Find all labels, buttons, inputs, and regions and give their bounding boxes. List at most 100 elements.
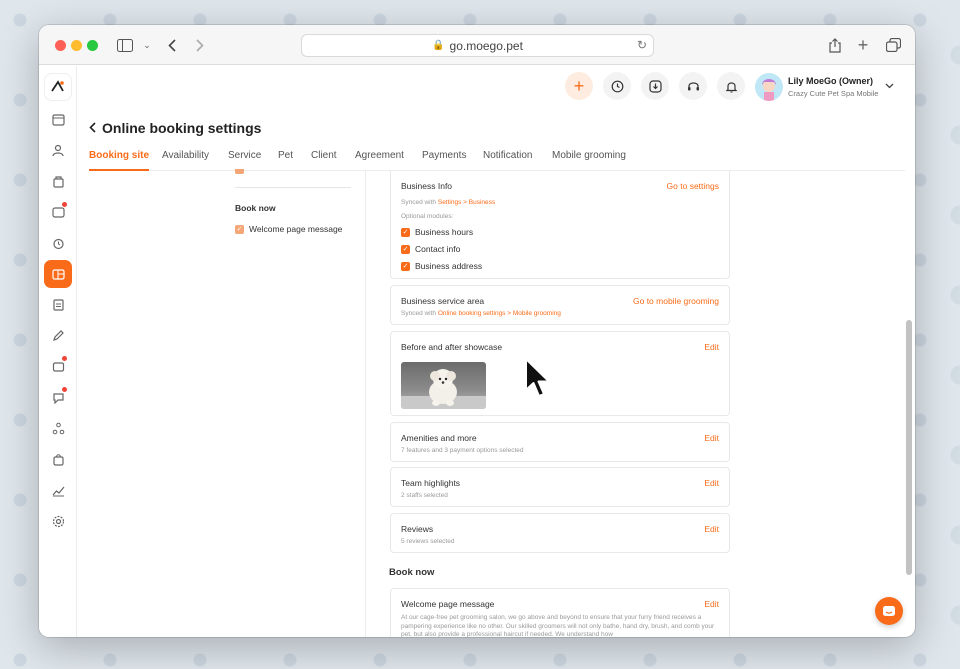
card-title: Amenities and more	[401, 433, 477, 443]
calendar-icon[interactable]	[45, 106, 71, 132]
tab-service[interactable]: Service	[228, 150, 261, 171]
browser-window: ⌄ 🔒 go.moego.pet ↻ + + Lily MoeGo (Owner…	[39, 25, 915, 637]
synced-path-link[interactable]: Settings > Business	[438, 199, 495, 206]
tab-payments[interactable]: Payments	[422, 150, 466, 171]
card-title: Before and after showcase	[401, 342, 503, 352]
address-bar[interactable]: 🔒 go.moego.pet ↻	[301, 34, 654, 57]
business-address-option[interactable]: ✓ Business address	[401, 261, 482, 271]
notification-dot	[62, 387, 67, 392]
chat-support-button[interactable]	[875, 597, 903, 625]
alarm-clock-icon[interactable]	[45, 230, 71, 256]
chat-bubble-icon	[883, 605, 895, 616]
bell-icon[interactable]	[717, 72, 745, 100]
tab-notification[interactable]: Notification	[483, 150, 532, 171]
option-label: Business address	[415, 261, 483, 271]
url-text: go.moego.pet	[449, 38, 523, 53]
notification-dot	[62, 356, 67, 361]
business-name[interactable]: Crazy Cute Pet Spa Mobile	[788, 89, 878, 98]
reviews-icon[interactable]	[45, 384, 71, 410]
synced-prefix: Synced with	[401, 199, 438, 206]
clients-icon[interactable]	[45, 137, 71, 163]
user-name[interactable]: Lily MoeGo (Owner)	[788, 76, 873, 86]
chevron-down-icon[interactable]: ⌄	[137, 35, 157, 55]
sidebar-toggle-icon[interactable]	[115, 35, 135, 55]
tab-booking-site[interactable]: Booking site	[89, 150, 150, 171]
synced-prefix: Synced with	[401, 310, 438, 317]
network-icon[interactable]	[45, 415, 71, 441]
card-reviews: Reviews Edit 5 reviews selected	[390, 513, 730, 553]
card-summary: 2 staffs selected	[401, 492, 448, 499]
edit-link[interactable]: Edit	[704, 433, 719, 443]
reload-icon[interactable]: ↻	[637, 38, 647, 52]
go-to-mobile-grooming-link[interactable]: Go to mobile grooming	[633, 296, 719, 306]
synced-text: Synced with Settings > Business	[401, 199, 495, 206]
back-chevron-icon[interactable]	[89, 121, 96, 136]
edit-link[interactable]: Edit	[704, 478, 719, 488]
card-title: Team highlights	[401, 478, 461, 488]
tab-agreement[interactable]: Agreement	[355, 150, 404, 171]
download-icon[interactable]	[641, 72, 669, 100]
tab-mobile-grooming[interactable]: Mobile grooming	[552, 150, 626, 171]
scrollbar-thumb[interactable]	[906, 320, 912, 575]
welcome-message-text: At our cage-free pet grooming salon, we …	[401, 614, 715, 637]
clipboard-icon[interactable]	[45, 291, 71, 317]
synced-path-link[interactable]: Online booking settings > Mobile groomin…	[438, 310, 561, 317]
checkbox-checked-icon[interactable]: ✓	[401, 227, 410, 237]
page-title: Online booking settings	[89, 120, 261, 136]
sidebar-welcome-toggle[interactable]: ✓ Welcome page message	[235, 224, 342, 234]
support-headset-icon[interactable]	[679, 72, 707, 100]
add-button[interactable]: +	[565, 72, 593, 100]
page-title-text: Online booking settings	[102, 120, 262, 136]
card-summary: 5 reviews selected	[401, 538, 455, 545]
tab-availability[interactable]: Availability	[162, 150, 209, 171]
new-tab-icon[interactable]: +	[853, 35, 873, 55]
card-title: Reviews	[401, 524, 434, 534]
section-checkbox[interactable]	[235, 169, 244, 174]
card-title: Welcome page message	[401, 599, 495, 609]
lock-icon: 🔒	[432, 40, 445, 51]
go-to-settings-link[interactable]: Go to settings	[667, 181, 719, 191]
edit-link[interactable]: Edit	[704, 342, 719, 352]
retail-icon[interactable]	[45, 168, 71, 194]
moego-logo-icon[interactable]	[45, 74, 71, 100]
edit-link[interactable]: Edit	[704, 599, 719, 609]
close-window-button[interactable]	[55, 40, 66, 51]
share-icon[interactable]	[825, 35, 845, 55]
shopping-bag-icon[interactable]	[45, 446, 71, 472]
minimize-window-button[interactable]	[71, 40, 82, 51]
contact-info-option[interactable]: ✓ Contact info	[401, 244, 460, 254]
maximize-window-button[interactable]	[87, 40, 98, 51]
tab-overview-icon[interactable]	[883, 35, 903, 55]
business-hours-option[interactable]: ✓ Business hours	[401, 227, 473, 237]
messages-icon[interactable]	[45, 199, 71, 225]
card-title: Business Info	[401, 181, 453, 191]
reports-chart-icon[interactable]	[45, 477, 71, 503]
edit-link[interactable]: Edit	[704, 524, 719, 534]
checkbox-checked-icon[interactable]: ✓	[401, 244, 410, 254]
marketing-icon[interactable]	[45, 353, 71, 379]
avatar[interactable]	[755, 73, 783, 101]
tab-pet[interactable]: Pet	[278, 150, 293, 171]
book-now-heading: Book now	[389, 567, 435, 578]
gear-icon[interactable]	[45, 508, 71, 534]
card-before-after-showcase: Before and after showcase Edit	[390, 331, 730, 416]
browser-titlebar: ⌄ 🔒 go.moego.pet ↻ +	[39, 25, 915, 65]
pen-icon[interactable]	[45, 322, 71, 348]
app-left-nav	[39, 66, 77, 637]
back-arrow-icon[interactable]	[162, 35, 182, 55]
card-amenities: Amenities and more Edit 7 features and 3…	[390, 422, 730, 462]
clock-icon[interactable]	[603, 72, 631, 100]
showcase-pet-photo[interactable]	[401, 362, 486, 409]
card-business-service-area: Business service area Go to mobile groom…	[390, 285, 730, 325]
optional-modules-label: Optional modules:	[401, 213, 454, 220]
online-booking-icon[interactable]	[44, 260, 72, 288]
tab-client[interactable]: Client	[311, 150, 337, 171]
sidebar-welcome-label: Welcome page message	[249, 224, 343, 234]
forward-arrow-icon[interactable]	[190, 35, 210, 55]
checkbox-checked-icon[interactable]: ✓	[235, 224, 244, 234]
card-welcome-page-message: Welcome page message Edit At our cage-fr…	[390, 588, 730, 637]
chevron-down-icon[interactable]	[885, 81, 894, 92]
settings-tabs: Booking site Availability Service Pet Cl…	[89, 150, 905, 171]
checkbox-checked-icon[interactable]: ✓	[401, 261, 410, 271]
column-divider	[365, 171, 366, 637]
